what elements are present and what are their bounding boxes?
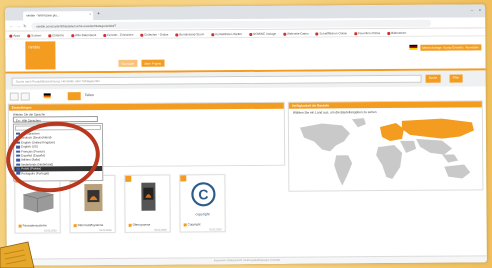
bookmark-item[interactable]: Kontaktlisten Wetter xyxy=(211,32,242,36)
bookmark-label: Einfache xyxy=(52,33,65,38)
map-australia xyxy=(444,164,471,179)
availability-panel-title: Verfügbarkeit der Bauteile xyxy=(288,101,482,109)
tab-close-icon[interactable]: × xyxy=(89,12,91,16)
app-header: nimble Meine Anfragen Konto-Einstellunge… xyxy=(5,36,486,72)
folder-icon[interactable] xyxy=(67,92,81,101)
flag-de-icon[interactable] xyxy=(43,92,53,100)
product-card-label: Ofensysteme xyxy=(129,223,151,227)
map-middle-east xyxy=(400,140,417,153)
availability-panel: Verfügbarkeit der Bauteile Wählen Sie ei… xyxy=(287,100,484,192)
language-flag-icon[interactable] xyxy=(409,44,418,50)
map-north-america xyxy=(299,123,350,152)
map-south-asia xyxy=(416,138,453,155)
bookmark-item[interactable]: Einfache xyxy=(48,33,64,37)
copyright-caption: copyright xyxy=(195,212,210,217)
bookmark-label: Bundesland-Sturm xyxy=(179,32,205,37)
forward-icon[interactable]: → xyxy=(16,24,20,29)
browser-tab[interactable]: nimble - Wohnzone plu... × xyxy=(23,11,94,21)
bookmark-label: NOMINE Vorlage xyxy=(253,31,277,36)
map-south-america xyxy=(334,155,353,186)
search-button[interactable]: Suche xyxy=(425,74,441,83)
bookmark-label: Favoriten-Online xyxy=(358,31,381,36)
bookmark-item[interactable]: Apps xyxy=(9,34,20,38)
tab-my-project[interactable]: Mein Projekt xyxy=(141,59,165,67)
bookmark-label: Wiki-Datenbank xyxy=(75,33,97,38)
bookmark-item[interactable]: Favoriten-Online xyxy=(354,31,380,35)
url-input[interactable]: nimble.com/content/bauteile/suche-erweit… xyxy=(31,19,432,30)
settings-panel-title: Einstellungen xyxy=(8,102,284,111)
bookmark-label: Bildmarken xyxy=(391,30,407,35)
bookmark-favicon-icon xyxy=(175,33,179,37)
oven-icon xyxy=(131,182,165,212)
bookmark-item[interactable]: Schaltflächen Online xyxy=(315,31,348,36)
app-logo[interactable]: nimble xyxy=(25,41,56,70)
bookmark-favicon-icon xyxy=(283,32,287,36)
view-toggle-button[interactable] xyxy=(9,92,19,101)
bookmark-item[interactable]: Bildmarken xyxy=(387,31,406,35)
bookmark-label: Apps xyxy=(13,33,21,38)
product-card[interactable]: Ofensysteme 01.02.2019 xyxy=(124,174,171,233)
list-toggle-button[interactable] xyxy=(20,92,30,101)
svg-text:C: C xyxy=(198,186,208,202)
bookmark-item[interactable]: Webseite-Daten xyxy=(283,31,309,36)
product-card-label: Fassadensysteme xyxy=(19,223,47,227)
bookmark-label: Einfacher - Online xyxy=(144,32,169,37)
bookmark-item[interactable]: Fenster - Einrichten xyxy=(103,33,133,37)
logout-button[interactable]: Abmelden xyxy=(463,44,481,51)
tab-title: nimble - Wohnzone plu... xyxy=(26,13,60,18)
filter-button[interactable]: Filter xyxy=(449,74,463,83)
bookmark-favicon-icon xyxy=(27,34,31,38)
bookmark-item[interactable]: Wiki-Datenbank xyxy=(71,33,96,37)
bookmark-favicon-icon xyxy=(354,31,358,35)
minimize-icon[interactable]: – xyxy=(471,7,473,12)
reload-icon[interactable]: ↻ xyxy=(23,24,26,29)
bookmark-label: Fenster - Einrichten xyxy=(107,32,134,37)
product-card[interactable]: Ccopyright Copyright 01.02.2019 xyxy=(179,174,226,233)
product-card-label: Dämmstoffsysteme xyxy=(74,223,104,227)
tab-home[interactable]: Startseite xyxy=(118,59,138,67)
bookmark-item[interactable]: Bundesland-Sturm xyxy=(175,32,204,36)
product-card-date: 01.02.2019 xyxy=(44,229,57,233)
copyright-icon: C xyxy=(186,181,220,211)
product-card-date: 01.02.2019 xyxy=(154,228,167,232)
bookmark-favicon-icon xyxy=(48,34,52,38)
bookmark-item[interactable]: NOMINE Vorlage xyxy=(249,32,276,36)
bookmark-label: Suchen xyxy=(31,33,42,38)
map-russia-asia xyxy=(401,118,474,139)
product-card-date: 01.02.2019 xyxy=(209,228,222,232)
share-link[interactable]: Teilen xyxy=(85,93,94,97)
bookmark-favicon-icon xyxy=(211,32,215,36)
bookmark-label: Webseite-Daten xyxy=(287,31,309,36)
map-instruction: Wählen Sie ein Land aus, um die Bauteila… xyxy=(292,110,377,115)
new-tab-button[interactable]: + xyxy=(97,11,100,17)
bookmark-favicon-icon xyxy=(315,32,319,36)
map-africa xyxy=(376,144,403,179)
bookmark-favicon-icon xyxy=(71,33,75,37)
bookmark-label: Kontaktlisten Wetter xyxy=(215,32,243,37)
bookmark-favicon-icon xyxy=(140,33,144,37)
window-close-icon[interactable]: × xyxy=(479,7,481,12)
product-card-label: Copyright xyxy=(184,222,201,226)
cardboard-corner-decoration xyxy=(0,241,35,268)
bookmark-favicon-icon xyxy=(9,34,13,38)
bookmark-favicon-icon xyxy=(103,33,107,37)
bookmark-favicon-icon xyxy=(387,31,391,35)
bookmark-favicon-icon xyxy=(249,32,253,36)
product-card-date: 01.02.2019 xyxy=(99,228,112,233)
bookmark-label: Schaltflächen Online xyxy=(319,31,348,36)
search-input[interactable]: Suche nach Produktbezeichnung, Herstelle… xyxy=(11,74,422,86)
map-southeast-asia xyxy=(442,154,459,163)
map-europe xyxy=(379,122,404,141)
bookmark-item[interactable]: Suchen xyxy=(27,33,41,37)
stove-icon xyxy=(76,182,110,212)
bookmark-item[interactable]: Einfacher - Online xyxy=(140,33,168,37)
map-greenland xyxy=(351,118,366,128)
world-map[interactable] xyxy=(292,114,481,189)
back-icon[interactable]: ← xyxy=(9,24,13,29)
